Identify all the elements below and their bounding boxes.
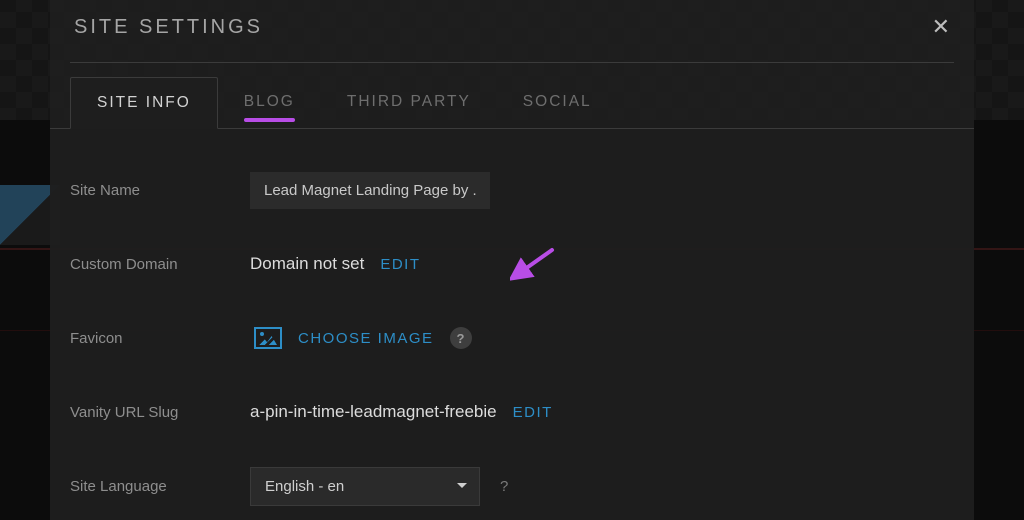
tab-site-info[interactable]: SITE INFO bbox=[70, 77, 218, 129]
annotation-underline bbox=[244, 118, 295, 122]
tab-third-party[interactable]: THIRD PARTY bbox=[321, 77, 497, 128]
tab-social[interactable]: SOCIAL bbox=[497, 77, 618, 128]
modal-body: Site Name Custom Domain Domain not set E… bbox=[50, 129, 974, 511]
close-icon: ✕ bbox=[932, 14, 950, 39]
vanity-url-edit-button[interactable]: EDIT bbox=[509, 404, 557, 421]
tab-label: SITE INFO bbox=[97, 94, 191, 111]
settings-modal: SITE SETTINGS ✕ SITE INFO BLOG THIRD PAR… bbox=[50, 0, 974, 520]
row-vanity-url: Vanity URL Slug a-pin-in-time-leadmagnet… bbox=[70, 387, 954, 437]
tab-label: THIRD PARTY bbox=[347, 93, 471, 110]
custom-domain-status: Domain not set bbox=[250, 254, 364, 274]
language-help-button[interactable]: ? bbox=[500, 478, 508, 495]
custom-domain-edit-button[interactable]: EDIT bbox=[376, 256, 424, 273]
tabs: SITE INFO BLOG THIRD PARTY SOCIAL bbox=[50, 63, 974, 129]
row-site-name: Site Name bbox=[70, 165, 954, 215]
modal-title: SITE SETTINGS bbox=[74, 16, 263, 39]
choose-image-button[interactable]: CHOOSE IMAGE bbox=[250, 327, 438, 349]
site-language-label: Site Language bbox=[70, 478, 250, 495]
row-custom-domain: Custom Domain Domain not set EDIT bbox=[70, 239, 954, 289]
row-favicon: Favicon CHOOSE IMAGE ? bbox=[70, 313, 954, 363]
custom-domain-label: Custom Domain bbox=[70, 256, 250, 273]
tab-blog[interactable]: BLOG bbox=[218, 77, 321, 128]
image-icon bbox=[254, 327, 282, 349]
tab-label: SOCIAL bbox=[523, 93, 592, 110]
vanity-url-value: a-pin-in-time-leadmagnet-freebie bbox=[250, 402, 497, 422]
tab-label: BLOG bbox=[244, 93, 295, 110]
site-name-label: Site Name bbox=[70, 182, 250, 199]
row-site-language: Site Language English - en ? bbox=[70, 461, 954, 511]
site-name-input[interactable] bbox=[250, 172, 490, 209]
site-language-select[interactable]: English - en bbox=[250, 467, 480, 506]
modal-header: SITE SETTINGS ✕ bbox=[50, 0, 974, 62]
choose-image-label: CHOOSE IMAGE bbox=[298, 330, 434, 347]
favicon-label: Favicon bbox=[70, 330, 250, 347]
close-button[interactable]: ✕ bbox=[932, 14, 950, 40]
vanity-url-label: Vanity URL Slug bbox=[70, 404, 250, 421]
favicon-help-button[interactable]: ? bbox=[450, 327, 472, 349]
